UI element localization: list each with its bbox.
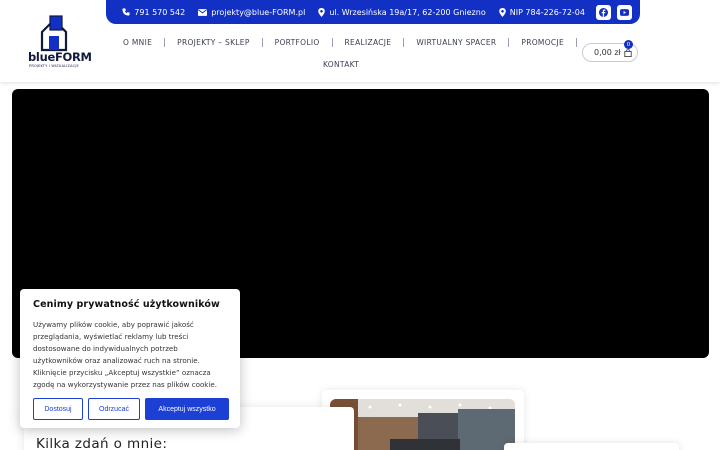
address-text: ul. Wrzesińska 19a/17, 62-200 Gniezno bbox=[329, 7, 486, 17]
interior-image bbox=[330, 399, 515, 450]
nip-info: NIP 784-226-72-04 bbox=[498, 7, 585, 17]
facebook-link[interactable] bbox=[596, 4, 611, 20]
map-pin-icon bbox=[318, 7, 326, 17]
nav-item-wirtualny-spacer[interactable]: WIRTUALNY SPACER bbox=[416, 38, 496, 47]
accept-all-button[interactable]: Akceptuj wszystko bbox=[145, 398, 229, 420]
cart-amount: 0,00 zł bbox=[594, 48, 621, 57]
nav-item-portfolio[interactable]: PORTFOLIO bbox=[275, 38, 320, 47]
nav-divider bbox=[164, 38, 166, 47]
shopping-bag-icon bbox=[624, 48, 632, 57]
youtube-link[interactable] bbox=[617, 4, 632, 20]
logo-text: blueFORM bbox=[28, 50, 92, 64]
about-heading: Kilka zdań o mnie: bbox=[36, 436, 168, 450]
nav-item-realizacje[interactable]: REALIZACJE bbox=[345, 38, 392, 47]
nip-text: NIP 784-226-72-04 bbox=[509, 7, 585, 17]
site-header: blueFORM PROJEKTY I WIZUALIZACJE 791 570… bbox=[0, 0, 720, 82]
envelope-icon bbox=[198, 8, 208, 16]
phone-icon bbox=[122, 8, 130, 16]
email-address: projekty@blue-FORM.pl bbox=[211, 7, 306, 17]
customize-button[interactable]: Dostosuj bbox=[33, 398, 83, 420]
cookie-title: Cenimy prywatność użytkowników bbox=[33, 299, 220, 310]
site-logo[interactable]: blueFORM PROJEKTY I WIZUALIZACJE bbox=[28, 12, 92, 70]
contact-topbar: 791 570 542 projekty@blue-FORM.pl ul. Wr… bbox=[106, 0, 640, 24]
cookie-description: Używamy plików cookie, aby poprawić jako… bbox=[33, 320, 217, 389]
phone-link[interactable]: 791 570 542 bbox=[122, 8, 185, 17]
reject-button[interactable]: Odrzucać bbox=[88, 398, 140, 420]
address-link[interactable]: ul. Wrzesińska 19a/17, 62-200 Gniezno bbox=[318, 7, 486, 17]
house-logo-icon bbox=[40, 15, 68, 52]
youtube-icon bbox=[620, 8, 629, 16]
email-link[interactable]: projekty@blue-FORM.pl bbox=[198, 8, 305, 17]
side-card bbox=[504, 443, 679, 450]
cart-count-badge: 0 bbox=[624, 40, 633, 49]
logo-subtitle: PROJEKTY I WIZUALIZACJE bbox=[29, 64, 79, 68]
nav-divider bbox=[403, 38, 405, 47]
nav-divider bbox=[576, 38, 577, 47]
nav-divider bbox=[261, 38, 263, 47]
nav-item-projekty-sklep[interactable]: PROJEKTY – SKLEP bbox=[177, 38, 250, 47]
nav-item-kontakt[interactable]: KONTAKT bbox=[323, 60, 359, 69]
interior-photo bbox=[330, 399, 515, 450]
cookie-buttons: Dostosuj Odrzucać Akceptuj wszystko bbox=[33, 398, 234, 420]
nav-divider bbox=[331, 38, 333, 47]
phone-number: 791 570 542 bbox=[134, 7, 186, 17]
nav-divider bbox=[508, 38, 510, 47]
nav-item-promocje[interactable]: PROMOCJE bbox=[521, 38, 564, 47]
main-nav: O MNIE PROJEKTY – SKLEP PORTFOLIO REALIZ… bbox=[112, 38, 589, 47]
facebook-icon bbox=[599, 7, 608, 17]
map-pin-icon bbox=[498, 7, 506, 17]
nav-item-o-mnie[interactable]: O MNIE bbox=[123, 38, 152, 47]
cart-button[interactable]: 0,00 zł 0 bbox=[582, 40, 638, 62]
cookie-consent-dialog: Cenimy prywatność użytkowników Używamy p… bbox=[20, 289, 240, 428]
